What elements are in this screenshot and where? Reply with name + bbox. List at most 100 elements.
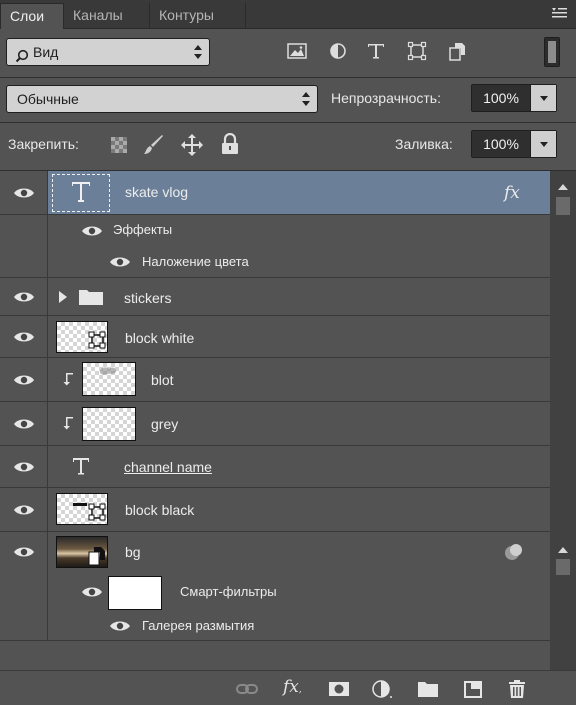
eye-icon — [14, 462, 34, 471]
smart-filters-gutter — [0, 572, 48, 612]
layer-name: skate vlog — [125, 184, 189, 200]
photo-thumbnail — [56, 536, 108, 568]
shape-layer-icon — [88, 331, 106, 349]
mask-icon[interactable] — [328, 679, 350, 699]
opacity-value[interactable]: 100% — [472, 85, 530, 111]
lock-pixels-brush-icon[interactable] — [142, 134, 166, 156]
trash-icon[interactable] — [506, 679, 528, 699]
fill-label: Заливка: — [395, 136, 453, 152]
black-bar-preview — [73, 503, 87, 506]
eye-icon — [14, 332, 34, 341]
effect-name: Наложение цвета — [142, 254, 249, 269]
folder-icon[interactable] — [417, 679, 439, 699]
layer-row-block-black[interactable]: block black — [0, 488, 550, 532]
opacity-dropdown-button[interactable] — [530, 85, 556, 111]
text-layer-thumbnail — [52, 174, 110, 212]
layer-name: bg — [125, 544, 141, 560]
visibility-toggle[interactable] — [0, 278, 48, 315]
folder-icon — [79, 290, 103, 305]
lock-all-icon[interactable] — [220, 132, 240, 155]
blend-mode-dropdown[interactable]: Обычные — [6, 85, 318, 113]
layer-row-bg[interactable]: bg — [0, 532, 550, 572]
shape-filter-icon[interactable] — [406, 40, 428, 62]
opacity-label: Непрозрачность: — [331, 90, 441, 106]
text-filter-icon[interactable] — [365, 40, 387, 62]
lock-transparency-icon[interactable] — [110, 136, 128, 154]
layers-list: skate vlog fx Эффекты Наложение цвета st… — [0, 171, 550, 670]
layer-row-blot[interactable]: blot — [0, 358, 550, 402]
effect-gutter — [0, 247, 48, 277]
smart-filter-mask-thumbnail — [108, 576, 162, 610]
fill-value[interactable]: 100% — [472, 131, 530, 157]
effect-color-overlay-row[interactable]: Наложение цвета — [0, 247, 550, 278]
filter-blur-gallery-row[interactable]: Галерея размытия — [0, 612, 550, 641]
layer-name: blot — [151, 372, 174, 388]
eye-icon — [14, 188, 34, 197]
text-type-icon — [72, 182, 90, 202]
effects-row[interactable]: Эффекты — [0, 215, 550, 247]
shape-layer-icon — [88, 503, 106, 521]
layers-scrollbar[interactable] — [550, 171, 576, 670]
clipping-arrow-icon — [63, 373, 73, 386]
text-type-icon — [73, 458, 89, 475]
scroll-up-arrow-icon[interactable] — [557, 183, 569, 191]
fx-badge[interactable]: fx — [504, 183, 520, 203]
visibility-toggle[interactable] — [0, 488, 48, 531]
smart-filter-indicator-icon[interactable] — [503, 542, 525, 562]
panel-menu-icon[interactable] — [550, 6, 568, 20]
eye-icon[interactable] — [109, 619, 131, 633]
scroll-up-arrow-icon[interactable] — [557, 546, 569, 554]
smart-filters-row[interactable]: Смарт-фильтры — [0, 572, 550, 612]
filter-kind-label: Вид — [33, 44, 59, 60]
layer-thumbnail — [56, 493, 108, 525]
layer-row-skate-vlog[interactable]: skate vlog fx — [0, 171, 550, 215]
scrollbar-thumb-lower[interactable] — [556, 559, 570, 575]
updown-arrows-icon — [302, 92, 310, 106]
smart-object-filter-icon[interactable] — [446, 40, 468, 62]
panel-tab-bar: Слои Каналы Контуры — [0, 0, 576, 29]
eye-icon[interactable] — [81, 224, 103, 238]
tab-layers[interactable]: Слои — [0, 3, 64, 29]
layer-row-stickers[interactable]: stickers — [0, 278, 550, 316]
visibility-toggle[interactable] — [0, 402, 48, 445]
opacity-field[interactable]: 100% — [471, 84, 557, 112]
layer-thumbnail — [82, 362, 136, 396]
expand-triangle-icon[interactable] — [58, 291, 68, 303]
filter-gutter — [0, 612, 48, 640]
fx-icon[interactable]: fx, — [283, 677, 305, 697]
layer-row-channel-name[interactable]: channel name — [0, 446, 550, 488]
layer-row-grey[interactable]: grey — [0, 402, 550, 446]
adjustment-filter-icon[interactable] — [327, 40, 349, 62]
smart-filters-label: Смарт-фильтры — [180, 584, 277, 599]
visibility-toggle[interactable] — [0, 316, 48, 357]
eye-icon[interactable] — [109, 255, 131, 269]
effects-label: Эффекты — [113, 222, 173, 237]
layer-thumbnail — [56, 321, 108, 353]
visibility-toggle[interactable] — [0, 532, 48, 572]
fill-dropdown-button[interactable] — [530, 131, 556, 157]
fill-field[interactable]: 100% — [471, 130, 557, 158]
image-filter-icon[interactable] — [286, 40, 308, 62]
filter-kind-dropdown[interactable]: Вид — [6, 38, 210, 66]
updown-arrows-icon — [194, 45, 202, 59]
layer-name: grey — [151, 416, 179, 432]
visibility-toggle[interactable] — [0, 358, 48, 401]
blend-mode-label: Обычные — [17, 91, 79, 107]
visibility-toggle[interactable] — [0, 171, 48, 214]
eye-icon — [14, 419, 34, 428]
link-icon[interactable] — [236, 679, 258, 699]
clipping-arrow-icon — [63, 417, 73, 430]
scrollbar-thumb[interactable] — [556, 197, 570, 215]
adjustment-icon[interactable] — [372, 679, 394, 699]
tab-paths[interactable]: Контуры — [150, 3, 246, 29]
visibility-toggle[interactable] — [0, 446, 48, 487]
tab-channels[interactable]: Каналы — [64, 3, 150, 29]
layer-name: block black — [125, 502, 195, 518]
filter-toggle-switch[interactable] — [544, 37, 560, 67]
new-layer-icon[interactable] — [462, 679, 484, 699]
lock-position-move-icon[interactable] — [180, 133, 204, 157]
layer-thumbnail — [82, 407, 136, 441]
layers-bottom-toolbar: fx, — [0, 670, 576, 705]
eye-icon[interactable] — [81, 585, 103, 599]
layer-row-block-white[interactable]: block white — [0, 316, 550, 358]
